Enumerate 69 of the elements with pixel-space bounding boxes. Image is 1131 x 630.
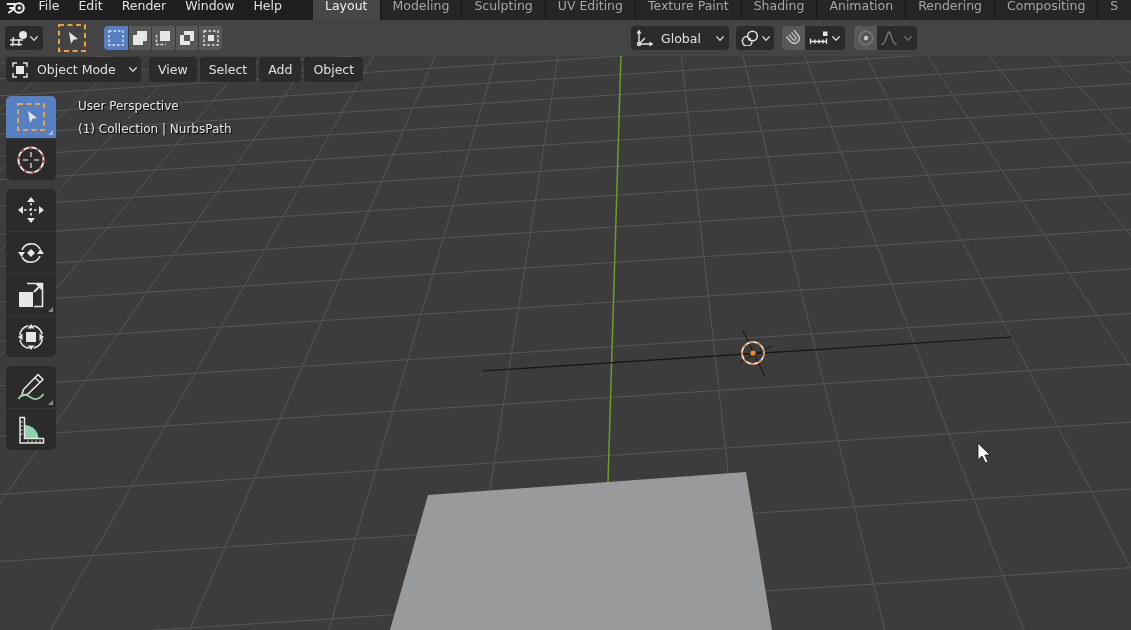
ruler-icon	[17, 415, 45, 444]
linked-rings-icon	[741, 30, 759, 46]
tool-button[interactable]	[6, 366, 56, 408]
menu-button[interactable]: Object	[304, 57, 364, 82]
overlap-squares-icon	[179, 30, 196, 46]
subtract-squares-icon	[155, 30, 172, 46]
intersect-squares-icon	[202, 30, 219, 46]
workspace-tab[interactable]: S	[1098, 0, 1131, 20]
workspace-tab[interactable]: UV Editing	[545, 0, 636, 20]
select-mode-button[interactable]	[127, 26, 152, 50]
mode-dropdown[interactable]: Object Mode	[6, 57, 141, 82]
bell-curve-icon	[881, 31, 897, 45]
proportional-edit-button[interactable]	[854, 26, 877, 50]
origin-marker-icon	[739, 330, 773, 377]
select-mode-button[interactable]	[151, 26, 175, 50]
crosshair-circle-icon	[17, 145, 45, 174]
tool-button[interactable]	[6, 138, 56, 180]
tool-button[interactable]	[6, 273, 56, 315]
workspace-tab[interactable]: Shading	[741, 0, 818, 20]
menu-button[interactable]: Select	[199, 57, 257, 82]
workspace-tab[interactable]: Compositing	[995, 0, 1099, 20]
pivot-dropdown[interactable]	[736, 26, 774, 50]
move-arrows-icon	[17, 196, 45, 224]
app-logo-icon	[6, 0, 26, 15]
snap-toggle-button[interactable]	[782, 26, 805, 50]
mouse-pointer-icon	[977, 442, 991, 464]
menu-button[interactable]: View	[149, 57, 197, 82]
tool-button[interactable]	[6, 408, 56, 450]
increment-ticks-icon	[809, 31, 829, 45]
viewport-info-text: User Perspective	[78, 98, 180, 115]
menu-item[interactable]: Help	[243, 0, 292, 12]
chevron-down-icon	[762, 35, 770, 41]
tool-button[interactable]	[6, 315, 56, 357]
editor-type-button[interactable]	[5, 26, 43, 50]
chevron-down-icon	[30, 35, 38, 41]
menu-button[interactable]: Add	[259, 57, 302, 82]
workspace-tab[interactable]: Texture Paint	[635, 0, 742, 20]
menu-item[interactable]: Render	[112, 0, 176, 12]
menu-item[interactable]: Edit	[68, 0, 113, 12]
workspace-tab[interactable]: Modeling	[380, 0, 463, 20]
union-squares-icon	[131, 30, 148, 46]
object-mode-icon	[12, 61, 28, 78]
magnet-icon	[785, 30, 802, 46]
viewport-info-text: (1) Collection | NurbsPath	[78, 121, 232, 138]
transform-circle-icon	[17, 322, 45, 351]
menu-item[interactable]: Window	[175, 0, 244, 12]
scale-square-icon	[17, 280, 45, 309]
tool-button[interactable]	[6, 231, 56, 273]
snap-target-dropdown[interactable]	[805, 26, 845, 50]
pencil-icon	[17, 373, 45, 401]
axes-icon	[636, 29, 654, 47]
workspace-tab[interactable]: Layout	[313, 0, 381, 20]
chevron-down-icon	[716, 35, 724, 41]
circle-dot-icon	[857, 30, 874, 46]
select-box-icon	[17, 103, 45, 131]
select-mode-button[interactable]	[174, 26, 199, 50]
chevron-down-icon	[832, 35, 840, 41]
select-mode-button[interactable]	[198, 26, 222, 50]
sphere-grid-icon	[9, 30, 29, 46]
workspace-tab[interactable]: Rendering	[906, 0, 995, 20]
tool-button[interactable]	[6, 189, 56, 231]
workspace-tab[interactable]: Animation	[817, 0, 907, 20]
orientation-dropdown[interactable]: Global	[631, 26, 729, 50]
menu-item[interactable]: File	[29, 0, 69, 12]
workspace-tab[interactable]: Sculpting	[462, 0, 546, 20]
dashed-square-icon	[107, 30, 124, 46]
chevron-down-icon	[129, 67, 137, 72]
select-box-icon	[58, 24, 86, 52]
chevron-down-icon	[904, 35, 912, 41]
